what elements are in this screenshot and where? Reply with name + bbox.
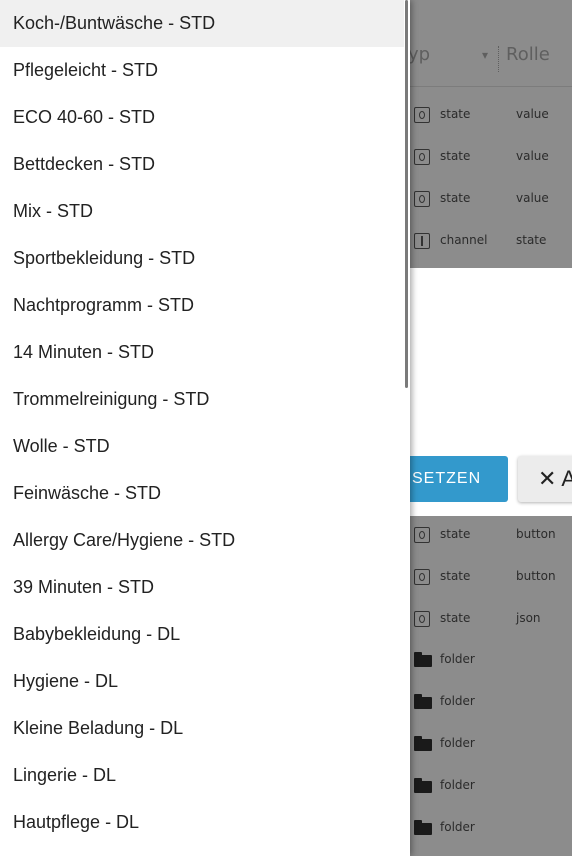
table-row[interactable]: state value	[408, 102, 572, 132]
menu-item[interactable]: Nachtprogramm - STD	[0, 282, 404, 329]
folder-icon	[414, 652, 432, 667]
sort-arrow-icon[interactable]: ▾	[482, 48, 488, 62]
table-row[interactable]: folder	[408, 814, 572, 844]
menu-item[interactable]: Kleine Beladung - DL	[0, 705, 404, 752]
table-row[interactable]: state value	[408, 144, 572, 174]
folder-icon	[414, 778, 432, 793]
table-row[interactable]: state button	[408, 522, 572, 552]
menu-item[interactable]: ECO 40-60 - STD	[0, 94, 404, 141]
row-type: state	[440, 149, 471, 163]
state-icon	[414, 149, 430, 165]
menu-item[interactable]: Babybekleidung - DL	[0, 611, 404, 658]
row-role: button	[516, 527, 556, 541]
state-icon	[414, 527, 430, 543]
menu-item[interactable]: Hygiene - DL	[0, 658, 404, 705]
folder-icon	[414, 736, 432, 751]
row-role: json	[516, 611, 541, 625]
row-role: value	[516, 107, 549, 121]
table-row[interactable]: folder	[408, 772, 572, 802]
state-icon	[414, 569, 430, 585]
folder-icon	[414, 694, 432, 709]
menu-item[interactable]: Pflegeleicht - STD	[0, 47, 404, 94]
row-type: state	[440, 107, 471, 121]
cancel-button-label: ✕ A	[538, 466, 572, 491]
table-row[interactable]: state json	[408, 606, 572, 636]
table-row[interactable]: folder	[408, 646, 572, 676]
column-divider	[498, 46, 499, 72]
menu-item[interactable]: Mix - STD	[0, 188, 404, 235]
table-row[interactable]: channel state	[408, 228, 572, 258]
row-role: value	[516, 191, 549, 205]
row-type: state	[440, 191, 471, 205]
menu-item[interactable]: 14 Minuten - STD	[0, 329, 404, 376]
state-icon	[414, 191, 430, 207]
header-divider	[408, 86, 572, 87]
menu-item[interactable]: Trommelreinigung - STD	[0, 376, 404, 423]
row-type: state	[440, 527, 471, 541]
menu-item[interactable]: Allergy Care/Hygiene - STD	[0, 517, 404, 564]
row-type: state	[440, 611, 471, 625]
menu-scrollbar[interactable]	[405, 0, 408, 388]
menu-item[interactable]: Sportbekleidung - STD	[0, 235, 404, 282]
row-role: button	[516, 569, 556, 583]
row-role: state	[516, 233, 547, 247]
channel-icon	[414, 233, 430, 249]
row-type: folder	[440, 820, 475, 834]
folder-icon	[414, 820, 432, 835]
row-type: state	[440, 569, 471, 583]
row-type: folder	[440, 694, 475, 708]
state-icon	[414, 107, 430, 123]
state-icon	[414, 611, 430, 627]
row-type: folder	[440, 778, 475, 792]
menu-item[interactable]: Bettdecken - STD	[0, 141, 404, 188]
table-row[interactable]: state value	[408, 186, 572, 216]
row-type: folder	[440, 652, 475, 666]
row-type: channel	[440, 233, 488, 247]
column-header-rolle[interactable]: Rolle	[506, 44, 550, 80]
table-row[interactable]: folder	[408, 730, 572, 760]
table-row[interactable]: folder	[408, 688, 572, 718]
column-header-typ[interactable]: yp	[408, 44, 430, 80]
menu-item[interactable]: Wolle - STD	[0, 423, 404, 470]
set-button[interactable]: SETZEN	[398, 456, 508, 502]
row-type: folder	[440, 736, 475, 750]
menu-item[interactable]: Koch-/Buntwäsche - STD	[0, 0, 404, 47]
row-role: value	[516, 149, 549, 163]
table-row[interactable]: state button	[408, 564, 572, 594]
menu-item[interactable]: Hautpflege - DL	[0, 799, 404, 846]
menu-item[interactable]: Lingerie - DL	[0, 752, 404, 799]
menu-item[interactable]: 39 Minuten - STD	[0, 564, 404, 611]
program-select-menu[interactable]: Koch-/Buntwäsche - STD Pflegeleicht - ST…	[0, 0, 410, 856]
cancel-button[interactable]: ✕ A	[518, 456, 572, 502]
menu-item[interactable]: Feinwäsche - STD	[0, 470, 404, 517]
